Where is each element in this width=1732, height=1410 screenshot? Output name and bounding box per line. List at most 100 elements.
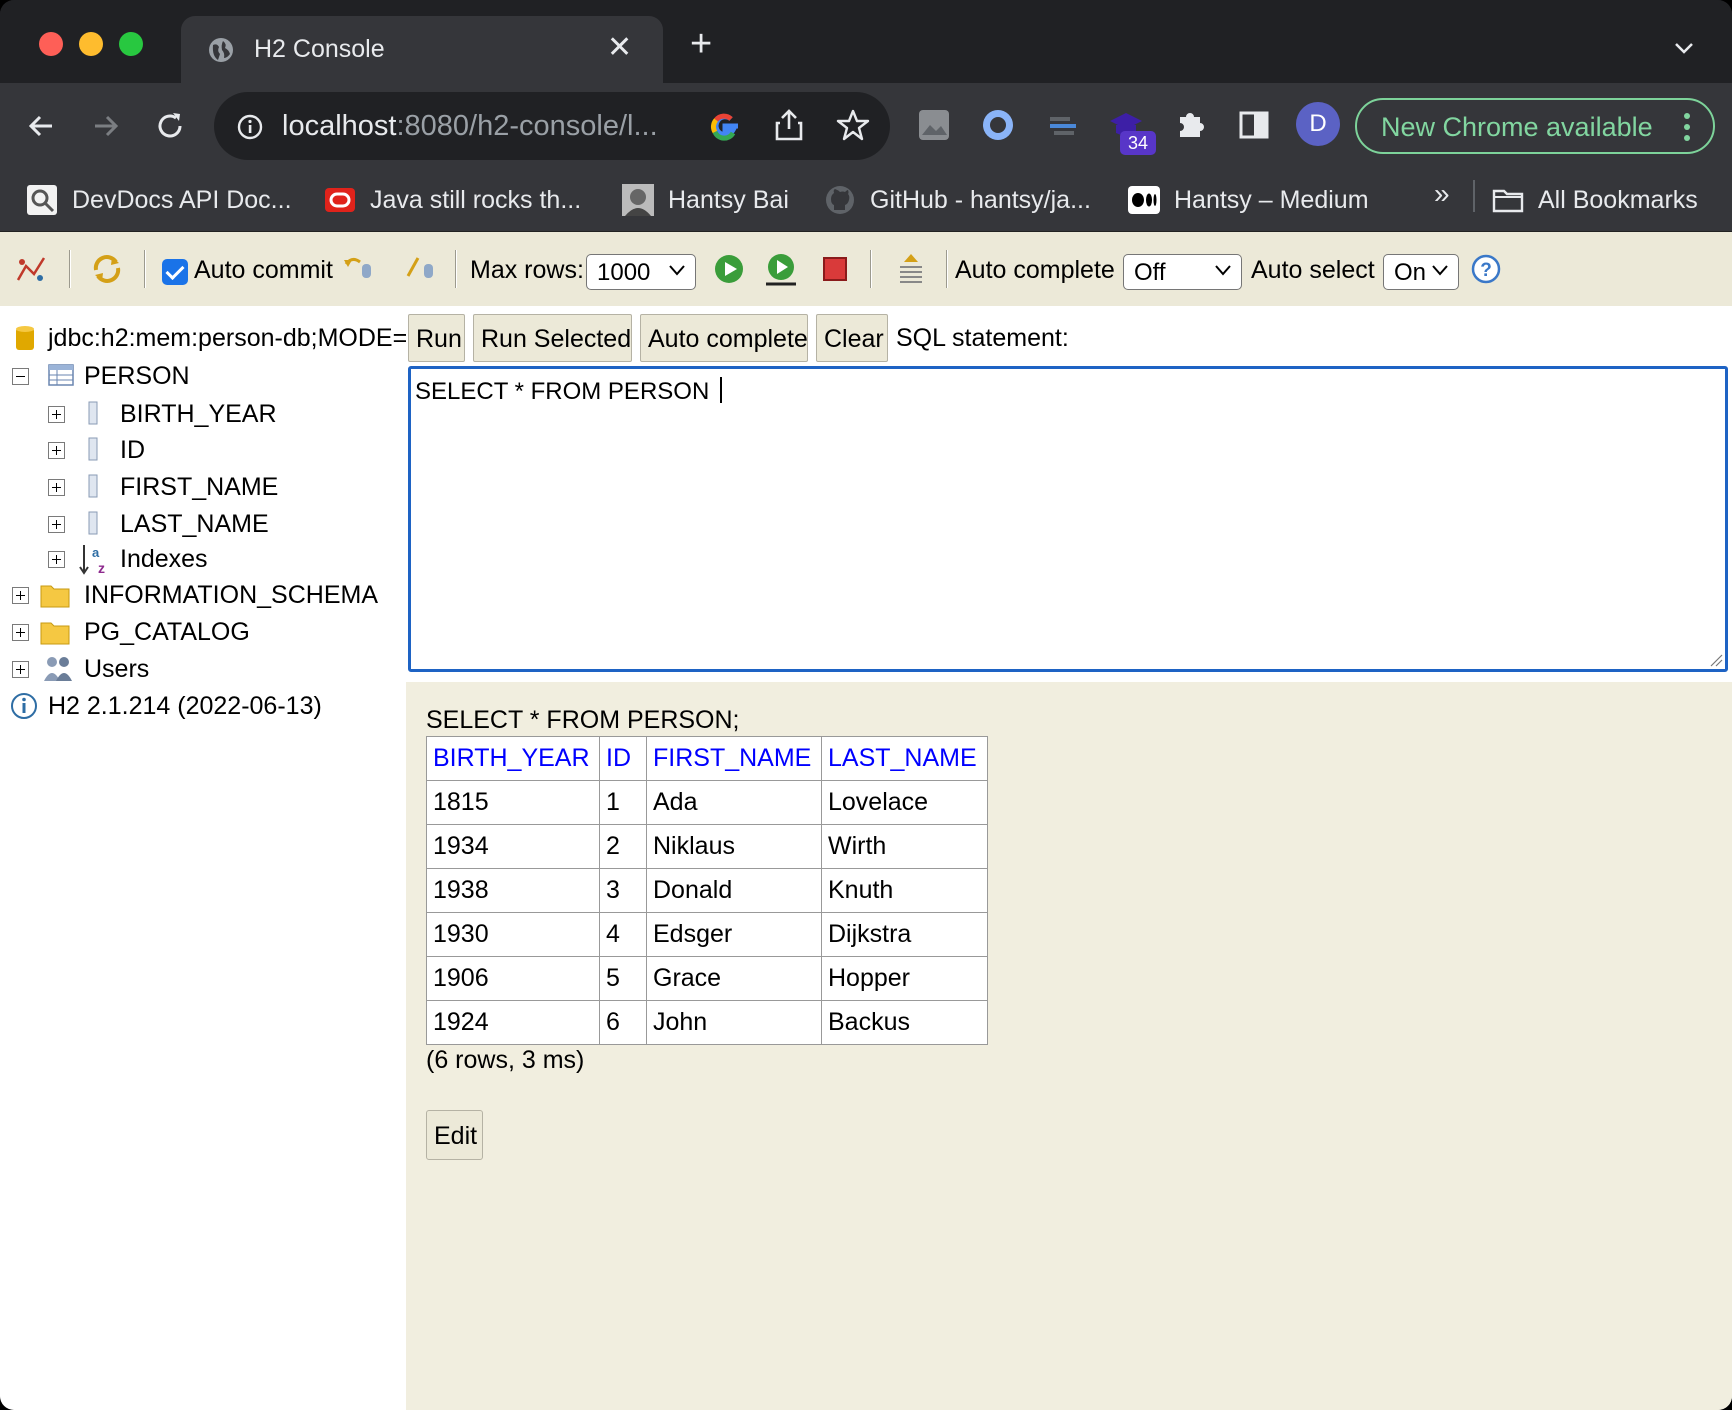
table-cell: 6 (599, 1000, 647, 1045)
table-cell: 2 (599, 824, 647, 869)
run-selected-icon[interactable] (764, 252, 798, 286)
toolbar-separator (946, 250, 948, 288)
column-header[interactable]: FIRST_NAME (646, 736, 822, 781)
site-info-icon[interactable] (236, 113, 264, 141)
tab-search-chevron-icon[interactable] (1672, 36, 1696, 60)
table-cell: John (646, 1000, 822, 1045)
max-rows-select[interactable]: 1000 (586, 254, 696, 290)
table-row: 1815 1 Ada Lovelace (426, 780, 988, 825)
expand-icon[interactable] (48, 406, 65, 423)
table-cell: 3 (599, 868, 647, 913)
auto-complete-button[interactable]: Auto complete (640, 314, 808, 362)
sql-editor[interactable]: SELECT * FROM PERSON (408, 366, 1728, 672)
bookmark-label: Hantsy Bai (668, 186, 789, 214)
folder-icon (40, 622, 70, 645)
column-icon (88, 437, 98, 461)
github-icon (826, 186, 854, 214)
column-name: FIRST_NAME (120, 473, 279, 501)
index-sort-icon: a z (79, 545, 105, 575)
globe-icon (209, 38, 233, 62)
tab-h2-console[interactable]: H2 Console ✕ (181, 16, 663, 83)
executed-query: SELECT * FROM PERSON; (426, 706, 740, 734)
info-icon (11, 693, 37, 719)
profile-avatar[interactable]: D (1296, 102, 1340, 146)
expand-icon[interactable] (48, 516, 65, 533)
stop-icon[interactable] (818, 252, 852, 286)
chevron-down-icon (669, 265, 685, 276)
expand-icon[interactable] (12, 587, 29, 604)
extension-badge: 34 (1120, 131, 1156, 155)
result-summary: (6 rows, 3 ms) (426, 1046, 585, 1074)
close-tab-icon[interactable]: ✕ (607, 30, 632, 65)
run-selected-button[interactable]: Run Selected (473, 314, 632, 362)
expand-icon[interactable] (48, 442, 65, 459)
commit-icon[interactable] (404, 252, 438, 286)
run-icon[interactable] (712, 252, 746, 286)
auto-commit-checkbox[interactable] (162, 259, 188, 285)
help-icon[interactable]: ? (1469, 252, 1503, 286)
rollback-icon[interactable] (342, 252, 376, 286)
auto-commit-label: Auto commit (194, 256, 333, 284)
chevron-down-icon (1432, 265, 1448, 276)
chevron-down-icon (1215, 265, 1231, 276)
table-row: 1906 5 Grace Hopper (426, 956, 988, 1001)
bookmark-star-icon[interactable] (836, 108, 870, 142)
medium-icon (1128, 186, 1160, 214)
url-text[interactable]: localhost:8080/h2-console/l... (282, 110, 658, 143)
version-label: H2 2.1.214 (2022-06-13) (48, 692, 322, 720)
expand-icon[interactable] (48, 479, 65, 496)
extension-lines-icon[interactable] (1044, 107, 1080, 143)
expand-icon[interactable] (12, 624, 29, 641)
column-icon (88, 474, 98, 498)
new-tab-button[interactable]: + (690, 25, 712, 63)
column-header[interactable]: BIRTH_YEAR (426, 736, 600, 781)
svg-text:?: ? (1480, 260, 1492, 281)
all-bookmarks-label: All Bookmarks (1538, 186, 1698, 214)
table-row: 1938 3 Donald Knuth (426, 868, 988, 913)
toolbar-separator (870, 250, 872, 288)
clear-button[interactable]: Clear (816, 314, 888, 362)
extensions-puzzle-icon[interactable] (1172, 107, 1208, 143)
minimize-window-button[interactable] (79, 32, 103, 56)
text-caret (719, 377, 722, 403)
sql-statement-label: SQL statement: (896, 324, 1069, 352)
side-panel-icon[interactable] (1236, 107, 1272, 143)
avatar-icon (622, 184, 654, 216)
extension-image-icon[interactable] (916, 107, 952, 143)
expand-icon[interactable] (48, 551, 65, 568)
auto-select-select[interactable]: On (1383, 254, 1459, 290)
column-name: LAST_NAME (120, 510, 269, 538)
more-bookmarks-chevron[interactable]: » (1434, 178, 1450, 210)
browser-window: H2 Console ✕ + localhost:8080/h2-console… (0, 0, 1732, 1410)
forward-arrow-icon[interactable] (89, 109, 123, 143)
result-table: BIRTH_YEAR ID FIRST_NAME LAST_NAME 1815 … (426, 736, 988, 1045)
toolbar-separator (69, 250, 71, 288)
refresh-icon[interactable] (90, 252, 124, 286)
table-cell: Backus (821, 1000, 988, 1045)
column-header[interactable]: ID (599, 736, 647, 781)
extension-circle-icon[interactable] (980, 107, 1016, 143)
disconnect-icon[interactable] (14, 252, 48, 286)
reload-icon[interactable] (153, 109, 187, 143)
new-chrome-available-button[interactable]: New Chrome available (1355, 98, 1715, 154)
sql-editor-text[interactable]: SELECT * FROM PERSON (415, 378, 716, 405)
share-icon[interactable] (774, 108, 804, 142)
address-bar[interactable]: localhost:8080/h2-console/l... (214, 92, 890, 160)
close-window-button[interactable] (39, 32, 63, 56)
collapse-icon[interactable] (12, 368, 29, 385)
google-lens-icon[interactable] (708, 109, 742, 143)
history-icon[interactable] (894, 252, 928, 286)
edit-button[interactable]: Edit (426, 1110, 483, 1160)
bookmarks-divider (1473, 180, 1475, 212)
resize-handle-icon[interactable] (1709, 653, 1723, 667)
expand-icon[interactable] (12, 661, 29, 678)
devdocs-icon (27, 185, 57, 215)
auto-complete-select[interactable]: Off (1123, 254, 1242, 290)
run-button[interactable]: Run (408, 314, 465, 362)
connection-url: jdbc:h2:mem:person-db;MODE=l (48, 324, 413, 352)
column-icon (88, 401, 98, 425)
back-arrow-icon[interactable] (24, 109, 58, 143)
result-header-row: BIRTH_YEAR ID FIRST_NAME LAST_NAME (426, 736, 988, 781)
column-header[interactable]: LAST_NAME (821, 736, 988, 781)
maximize-window-button[interactable] (119, 32, 143, 56)
